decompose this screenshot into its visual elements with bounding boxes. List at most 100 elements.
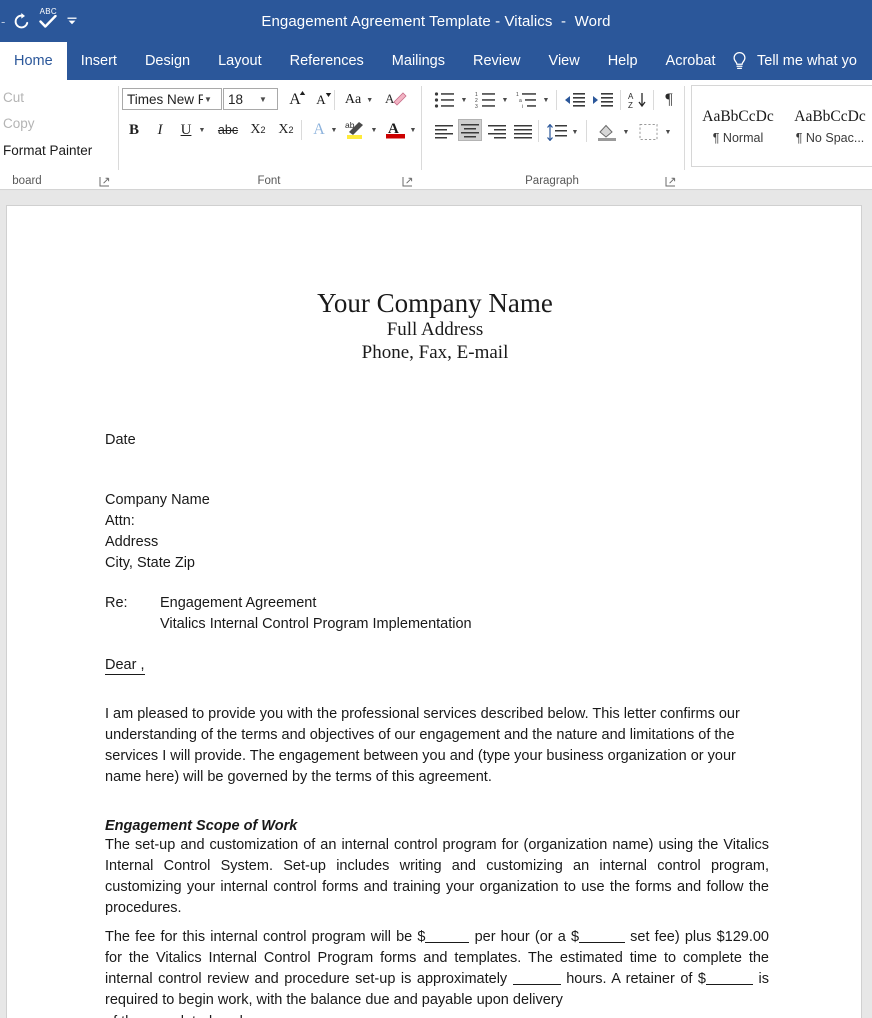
format-painter-button[interactable]: Format Painter bbox=[3, 143, 92, 158]
style-item-normal[interactable]: AaBbCcDc ¶ Normal bbox=[692, 86, 784, 166]
clear-formatting-icon[interactable]: A bbox=[384, 88, 408, 112]
bullets-icon[interactable] bbox=[432, 88, 458, 112]
grow-font-icon[interactable]: A bbox=[283, 88, 307, 112]
re-label: Re: bbox=[105, 595, 128, 611]
grow-arrow-glyph bbox=[299, 91, 306, 95]
increase-indent-icon[interactable] bbox=[590, 88, 616, 112]
change-case-letters: Aa bbox=[344, 92, 362, 107]
bullets-chevron-down-icon[interactable]: ▼ bbox=[458, 88, 470, 112]
underline-chevron-down-icon[interactable]: ▼ bbox=[196, 118, 208, 142]
line-spacing-chevron-down-icon[interactable]: ▼ bbox=[569, 120, 581, 144]
paragraph-dialog-launcher-icon[interactable] bbox=[665, 174, 676, 187]
multilevel-chevron-down-icon[interactable]: ▼ bbox=[540, 88, 552, 112]
subscript-letter: X bbox=[250, 122, 261, 137]
highlight-chevron-down-icon[interactable]: ▼ bbox=[368, 118, 380, 142]
numbering-icon[interactable]: 1 2 3 bbox=[473, 88, 499, 112]
shading-icon[interactable] bbox=[594, 120, 620, 144]
ribbon-tab-strip: Home Insert Design Layout References Mai… bbox=[0, 42, 872, 80]
fee-text-2: per hour (or a $ bbox=[469, 929, 580, 945]
font-color-icon[interactable]: A bbox=[383, 118, 409, 142]
re-label-spacer bbox=[105, 614, 160, 635]
pilcrow-glyph: ¶ bbox=[665, 91, 673, 108]
cut-button[interactable]: Cut bbox=[3, 90, 24, 105]
subscript-icon[interactable]: X2 bbox=[246, 118, 270, 142]
group-separator-3 bbox=[684, 86, 685, 170]
align-right-icon[interactable] bbox=[485, 120, 509, 142]
tab-mailings[interactable]: Mailings bbox=[378, 42, 459, 80]
bullets-glyph bbox=[434, 92, 454, 108]
superscript-icon[interactable]: X2 bbox=[274, 118, 298, 142]
horizontal-ruler[interactable] bbox=[0, 191, 872, 205]
tab-help[interactable]: Help bbox=[594, 42, 652, 80]
shading-glyph bbox=[598, 124, 616, 141]
fee-text-4: hours. A retainer of $ bbox=[560, 970, 706, 987]
svg-text:Z: Z bbox=[628, 101, 633, 109]
style-item-no-spacing[interactable]: AaBbCcDc ¶ No Spac... bbox=[784, 86, 872, 166]
align-center-icon[interactable] bbox=[458, 119, 482, 141]
underline-letter: U bbox=[180, 121, 192, 138]
recipient-attn: Attn: bbox=[105, 512, 135, 529]
numbering-chevron-down-icon[interactable]: ▼ bbox=[499, 88, 511, 112]
paragraph-mini-separator bbox=[556, 90, 557, 110]
text-effects-chevron-down-icon[interactable]: ▼ bbox=[328, 118, 340, 142]
tab-review[interactable]: Review bbox=[459, 42, 535, 80]
font-size-chevron-down-icon: ▼ bbox=[259, 94, 267, 104]
align-center-glyph bbox=[461, 123, 479, 137]
justify-icon[interactable] bbox=[511, 120, 535, 142]
borders-chevron-down-icon[interactable]: ▼ bbox=[662, 120, 674, 144]
paragraph-mini-separator-3 bbox=[653, 90, 654, 110]
tab-insert[interactable]: Insert bbox=[67, 42, 131, 80]
multilevel-list-icon[interactable]: 1 a i bbox=[514, 88, 540, 112]
decrease-indent-icon[interactable] bbox=[562, 88, 588, 112]
change-case-chevron-down-icon: ▼ bbox=[366, 96, 374, 104]
change-case-icon[interactable]: Aa ▼ bbox=[341, 88, 377, 112]
ribbon-group-paragraph: ▼ 1 2 3 ▼ 1 a i ▼ A Z ¶ ▼ ▼ ▼ Paragraph bbox=[422, 80, 682, 190]
svg-text:i: i bbox=[522, 104, 523, 109]
fee-blank-hourly[interactable] bbox=[425, 942, 470, 943]
borders-icon[interactable] bbox=[636, 120, 662, 144]
align-left-glyph bbox=[435, 124, 453, 138]
font-color-chevron-down-icon[interactable]: ▼ bbox=[407, 118, 419, 142]
font-size-combobox[interactable]: 18 ▼ bbox=[223, 88, 278, 110]
fee-blank-retainer[interactable] bbox=[706, 983, 753, 985]
re-subject: Engagement Agreement bbox=[160, 595, 317, 611]
line-spacing-icon[interactable] bbox=[545, 120, 569, 144]
font-size-value: 18 bbox=[228, 91, 244, 107]
fee-blank-hours[interactable] bbox=[512, 983, 561, 985]
tab-view[interactable]: View bbox=[535, 42, 594, 80]
tab-design[interactable]: Design bbox=[131, 42, 204, 80]
scope-heading: Engagement Scope of Work bbox=[105, 818, 298, 834]
fee-blank-setfee[interactable] bbox=[579, 942, 626, 943]
superscript-digit: 2 bbox=[288, 125, 294, 135]
bold-icon[interactable]: B bbox=[122, 118, 146, 142]
font-dialog-launcher-icon[interactable] bbox=[402, 174, 413, 187]
italic-icon[interactable]: I bbox=[148, 118, 172, 142]
sort-icon[interactable]: A Z bbox=[626, 88, 650, 112]
clear-formatting-glyph: A bbox=[385, 91, 407, 106]
tab-home[interactable]: Home bbox=[0, 42, 67, 80]
salutation-line: Dear , bbox=[105, 655, 769, 676]
font-name-chevron-down-icon: ▼ bbox=[204, 94, 212, 104]
svg-text:A: A bbox=[628, 92, 634, 101]
strikethrough-icon[interactable]: abc bbox=[212, 118, 244, 142]
document-page[interactable]: Your Company Name Full Address Phone, Fa… bbox=[6, 205, 862, 1018]
shrink-arrow-glyph bbox=[325, 93, 332, 97]
font-name-combobox[interactable]: Times New R ▼ bbox=[122, 88, 222, 110]
text-highlight-color-icon[interactable]: ab bbox=[343, 118, 369, 142]
copy-button[interactable]: Copy bbox=[3, 116, 35, 131]
style-name-no-spacing: ¶ No Spac... bbox=[795, 130, 865, 145]
tell-me-search[interactable]: Tell me what yo bbox=[731, 42, 857, 80]
tab-references[interactable]: References bbox=[276, 42, 378, 80]
show-formatting-marks-icon[interactable]: ¶ bbox=[658, 88, 680, 112]
tab-acrobat[interactable]: Acrobat bbox=[652, 42, 730, 80]
clipboard-dialog-launcher-icon[interactable] bbox=[99, 174, 110, 187]
shading-chevron-down-icon[interactable]: ▼ bbox=[620, 120, 632, 144]
document-body[interactable]: Your Company Name Full Address Phone, Fa… bbox=[7, 206, 861, 1018]
underline-icon[interactable]: U bbox=[174, 118, 198, 142]
shrink-font-icon[interactable]: A bbox=[309, 88, 333, 112]
align-left-icon[interactable] bbox=[432, 120, 456, 142]
italic-letter: I bbox=[157, 121, 163, 138]
tab-layout[interactable]: Layout bbox=[204, 42, 276, 80]
re-row-1: Re: Engagement Agreement bbox=[105, 593, 769, 614]
re-subject-second: Vitalics Internal Control Program Implem… bbox=[160, 615, 472, 632]
